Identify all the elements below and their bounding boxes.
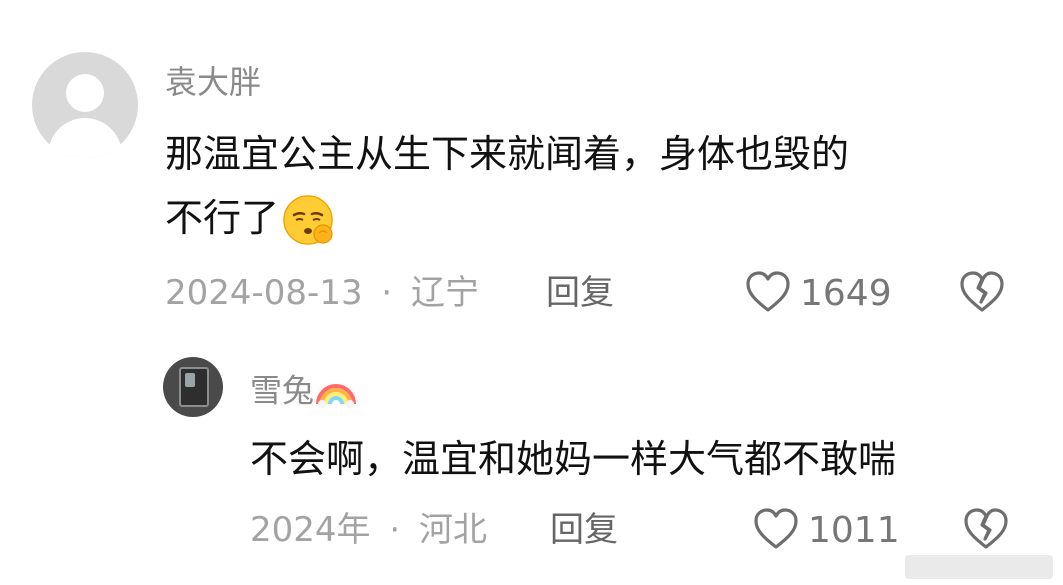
avatar[interactable]	[32, 52, 138, 158]
dislike-broken-heart-icon[interactable]	[962, 507, 1010, 551]
avatar-head-shape	[66, 74, 104, 112]
heart-icon[interactable]	[753, 507, 799, 551]
reply-username[interactable]: 雪兔	[250, 372, 314, 410]
avatar-picture-highlight	[185, 373, 195, 387]
reply-username-row: 雪兔	[250, 368, 358, 417]
comment-meta: 2024-08-13 · 辽宁	[165, 273, 479, 313]
avatar-body-shape	[48, 118, 122, 158]
comment-username[interactable]: 袁大胖	[165, 62, 261, 102]
heart-icon[interactable]	[745, 270, 791, 314]
comment-text-line2: 不行了	[165, 196, 280, 240]
reply-location: 河北	[418, 510, 487, 550]
comment-location: 辽宁	[411, 273, 480, 313]
watermark	[905, 555, 1053, 579]
comment-text-line1: 那温宜公主从生下来就闻着，身体也毁的	[165, 132, 850, 176]
meta-separator: ·	[389, 510, 401, 550]
reply-meta: 2024年 · 河北	[250, 510, 487, 550]
comment-reply-button[interactable]: 回复	[546, 273, 614, 313]
reply-avatar[interactable]	[163, 357, 223, 417]
reply-date: 2024年	[250, 510, 371, 550]
sad-face-emoji-icon	[281, 193, 337, 249]
dislike-broken-heart-icon[interactable]	[958, 270, 1006, 314]
comment-like-count: 1649	[800, 273, 892, 314]
comment-text-line2-row: 不行了	[165, 190, 337, 249]
reply-like-count: 1011	[808, 510, 900, 551]
reply-text: 不会啊，温宜和她妈一样大气都不敢喘	[250, 437, 897, 481]
meta-separator: ·	[381, 273, 393, 313]
rainbow-emoji-icon	[314, 368, 358, 417]
comment-date: 2024-08-13	[165, 273, 363, 313]
reply-reply-button[interactable]: 回复	[550, 510, 618, 550]
